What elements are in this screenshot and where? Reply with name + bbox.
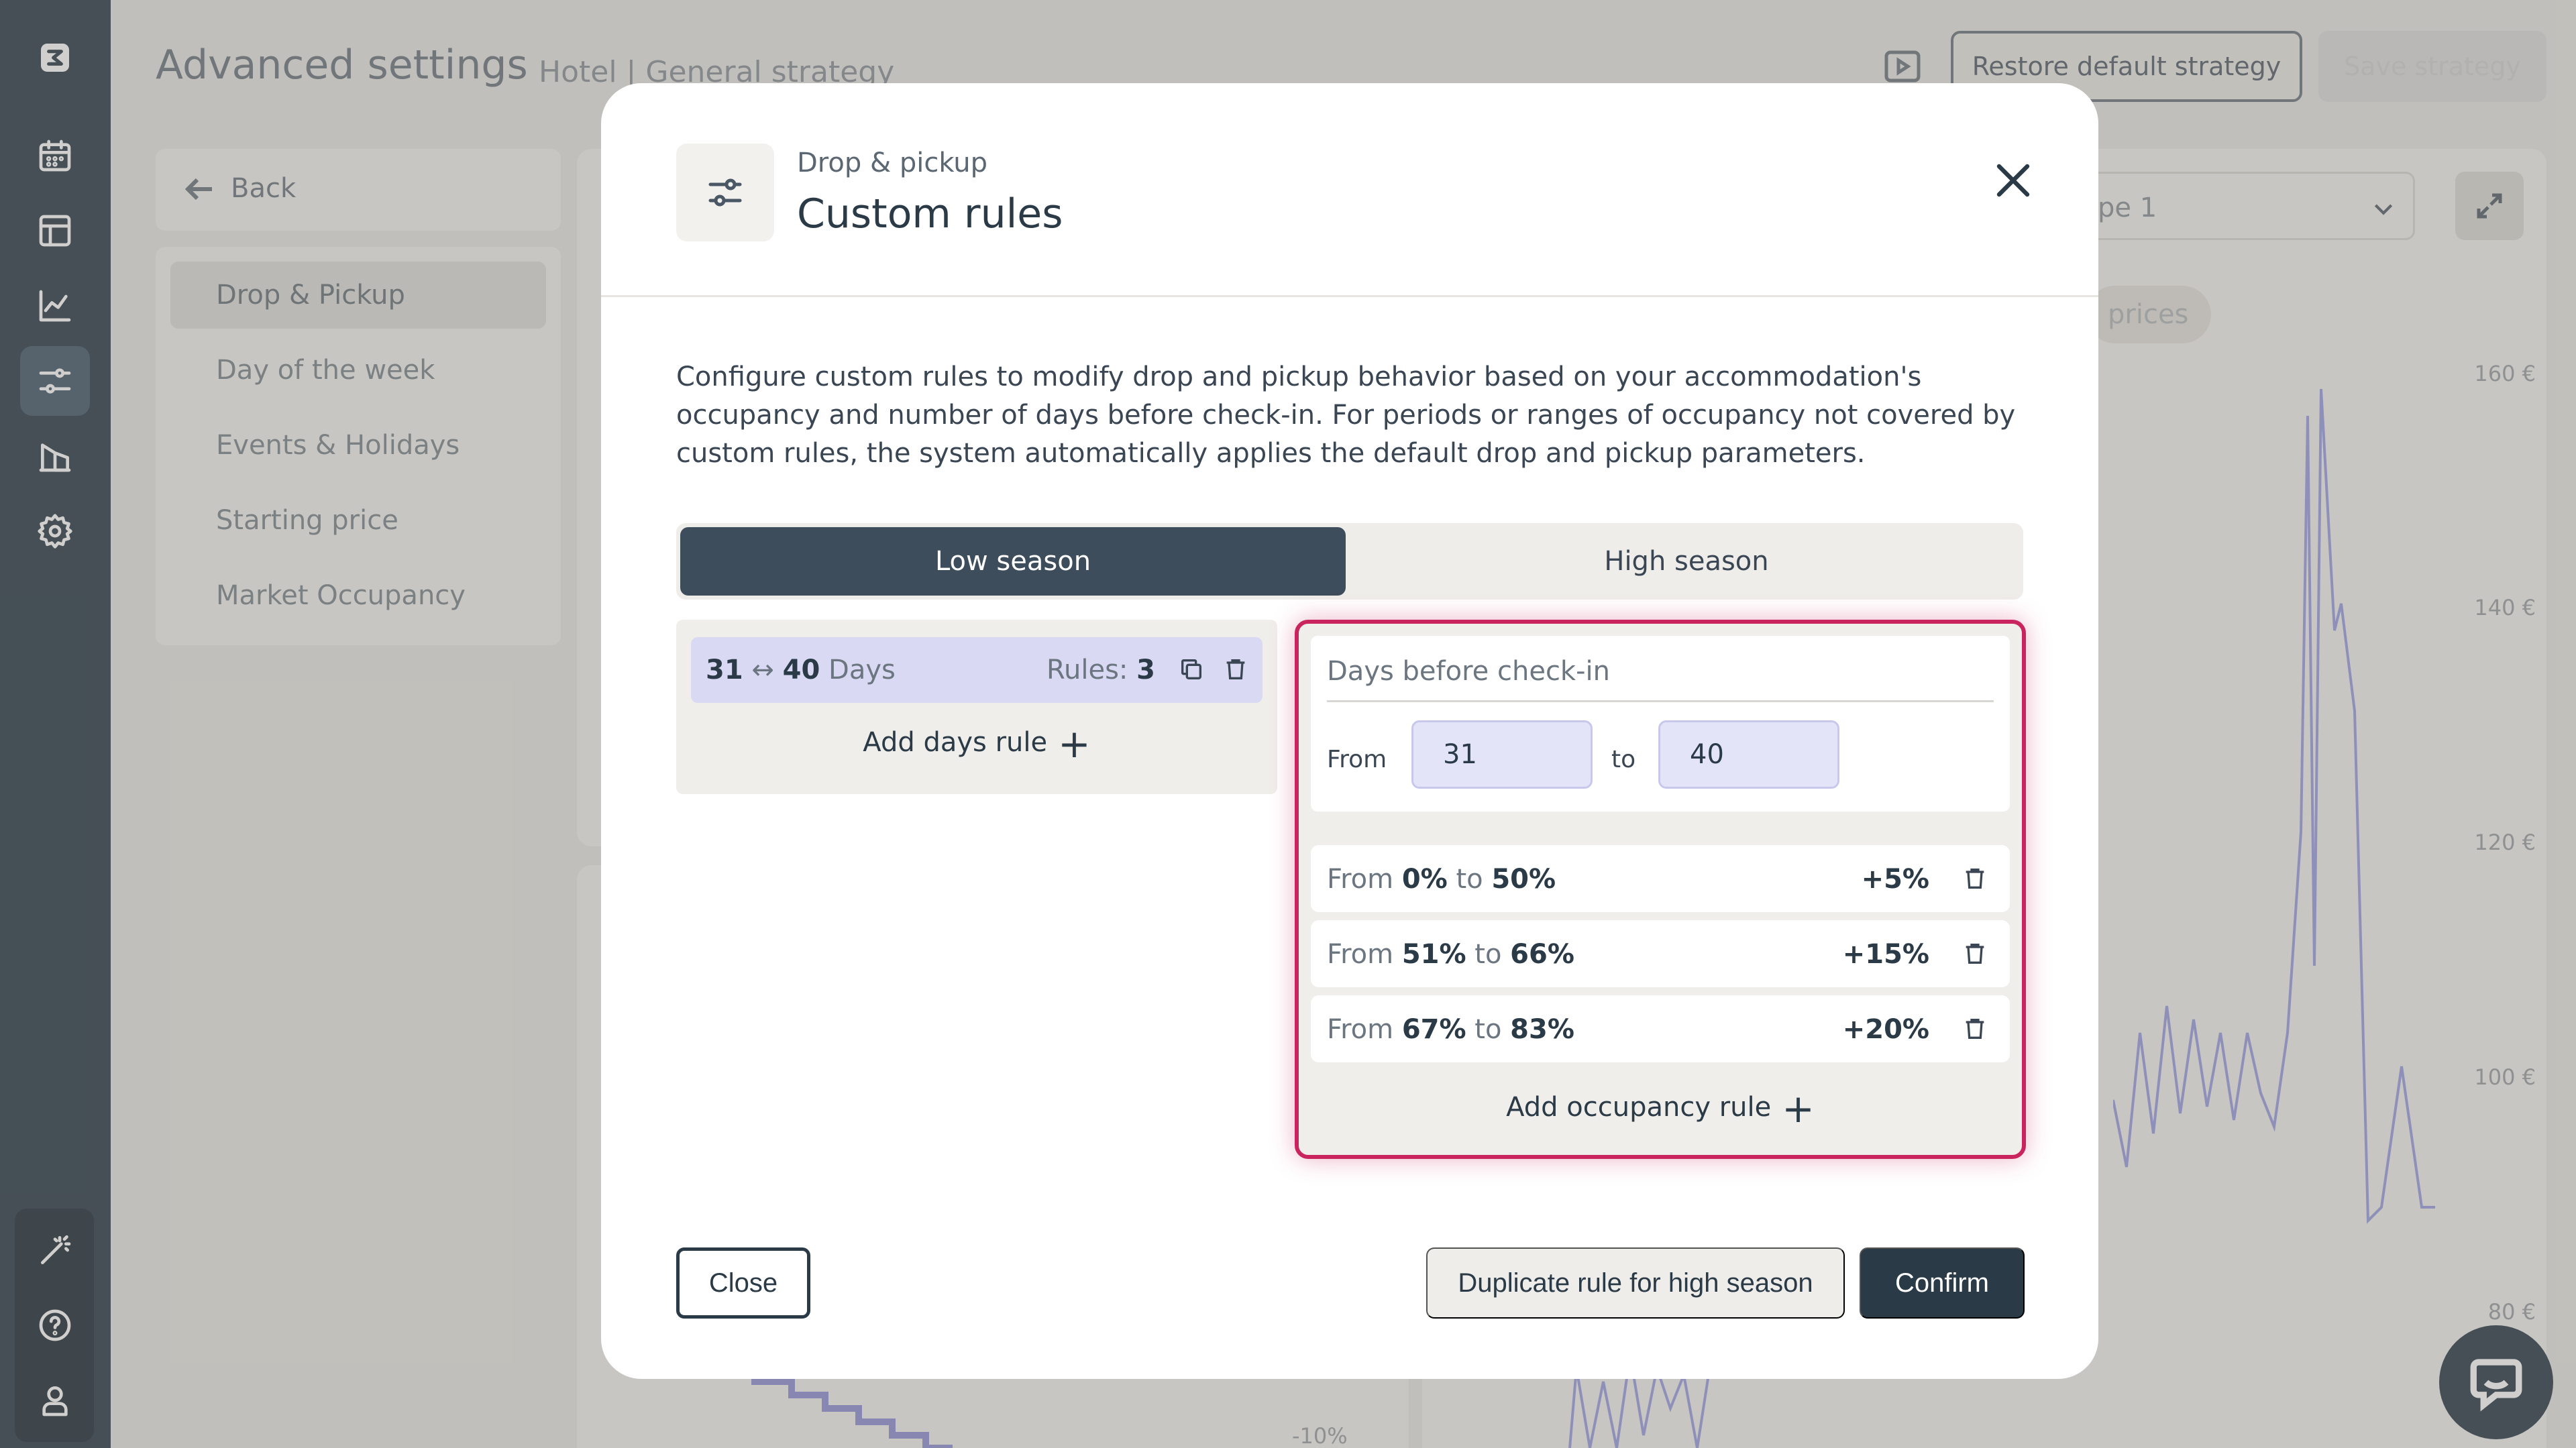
confirm-button[interactable]: Confirm — [1860, 1247, 2025, 1319]
occupancy-range: From 0% to 50% — [1327, 864, 1556, 895]
occupancy-rule-row[interactable]: From 51% to 66% +15% — [1311, 920, 2010, 987]
days-range-editor: Days before check-in From to — [1311, 636, 2010, 812]
from-label: From — [1327, 746, 1387, 773]
from-days-input[interactable] — [1411, 720, 1593, 789]
occupancy-adjustment: +15% — [1842, 939, 1929, 970]
divider — [1327, 700, 1994, 702]
days-before-checkin-label: Days before check-in — [1327, 656, 1610, 687]
tab-high-season[interactable]: High season — [1354, 527, 2019, 596]
divider — [601, 295, 2098, 297]
add-occupancy-rule-button[interactable]: Add occupancy rule + — [1299, 1086, 2022, 1131]
custom-rules-modal: Drop & pickup Custom rules Configure cus… — [601, 83, 2098, 1379]
duplicate-high-season-button[interactable]: Duplicate rule for high season — [1426, 1247, 1845, 1319]
season-tabs: Low season High season — [676, 523, 2023, 600]
occupancy-rule-row[interactable]: From 67% to 83% +20% — [1311, 995, 2010, 1062]
trash-icon[interactable] — [1962, 864, 1988, 893]
days-rule-item[interactable]: 31 ↔ 40 Days Rules: 3 — [691, 637, 1263, 703]
to-label: to — [1611, 746, 1636, 773]
occupancy-range: From 51% to 66% — [1327, 939, 1574, 970]
plus-icon: + — [1782, 1086, 1815, 1131]
occupancy-adjustment: +20% — [1842, 1014, 1929, 1045]
add-days-rule-button[interactable]: Add days rule + — [676, 721, 1277, 767]
to-days-input[interactable] — [1658, 720, 1839, 789]
days-range: 31 ↔ 40 Days — [706, 655, 896, 685]
trash-icon[interactable] — [1222, 656, 1249, 683]
occupancy-rule-row[interactable]: From 0% to 50% +5% — [1311, 845, 2010, 912]
separator-band — [1299, 821, 2022, 836]
trash-icon[interactable] — [1962, 1014, 1988, 1044]
rules-count: Rules: 3 — [1046, 655, 1155, 685]
occupancy-adjustment: +5% — [1861, 864, 1929, 895]
close-button[interactable]: Close — [676, 1247, 810, 1319]
rule-editor-panel: Days before check-in From to From 0% to … — [1295, 620, 2026, 1159]
tab-low-season[interactable]: Low season — [680, 527, 1346, 596]
modal-title: Custom rules — [797, 190, 1063, 237]
days-rules-panel: 31 ↔ 40 Days Rules: 3 Add days rule + — [676, 620, 1277, 794]
trash-icon[interactable] — [1962, 939, 1988, 968]
sliders-icon — [676, 144, 774, 241]
modal-kicker: Drop & pickup — [797, 148, 988, 178]
occupancy-range: From 67% to 83% — [1327, 1014, 1574, 1045]
duplicate-icon[interactable] — [1178, 656, 1205, 683]
close-icon[interactable] — [1992, 160, 2034, 201]
plus-icon: + — [1058, 721, 1091, 767]
modal-description: Configure custom rules to modify drop an… — [676, 361, 2016, 469]
